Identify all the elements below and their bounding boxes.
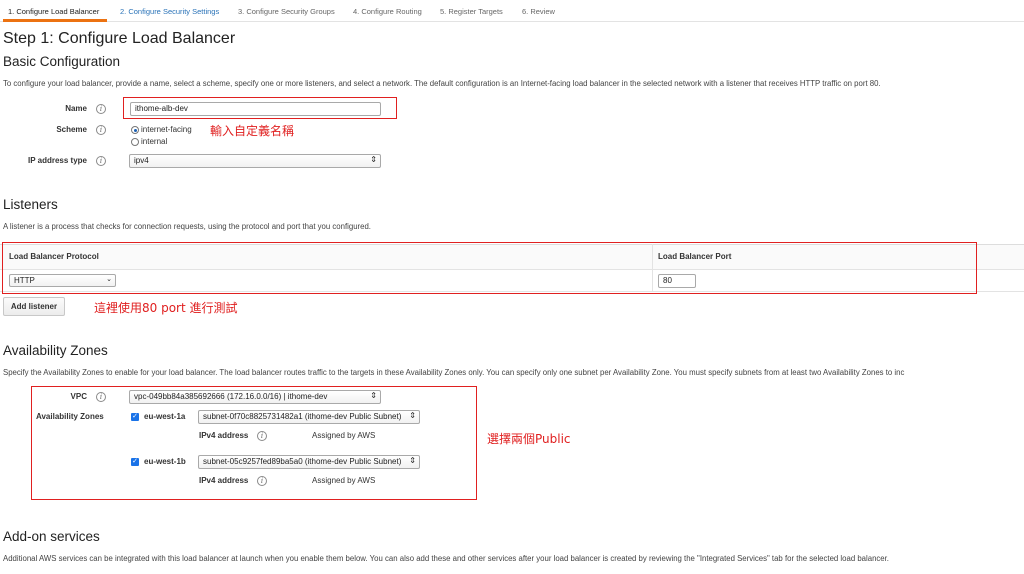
basic-configuration-heading: Basic Configuration (3, 54, 121, 69)
basic-configuration-description: To configure your load balancer, provide… (3, 79, 881, 88)
listeners-description: A listener is a process that checks for … (3, 222, 371, 231)
availability-zones-description: Specify the Availability Zones to enable… (3, 368, 905, 377)
active-step-indicator (3, 19, 107, 22)
dropdown-arrow-icon: ⇕ (409, 411, 416, 420)
scheme-label: Scheme (56, 125, 87, 134)
subnet-select[interactable]: subnet-05c9257fed89ba5a0 (ithome-dev Pub… (198, 455, 420, 469)
info-icon[interactable]: i (96, 125, 106, 135)
vpc-label: VPC (70, 392, 87, 401)
info-icon[interactable]: i (96, 104, 106, 114)
annotation-listeners: 這裡使用80 port 進行測試 (94, 301, 238, 315)
ip-address-type-label: IP address type (28, 156, 87, 165)
zone-name: eu-west-1b (144, 457, 186, 466)
scheme-internet-facing-label: internet-facing (141, 125, 192, 134)
availability-zones-heading: Availability Zones (3, 343, 108, 358)
ip-address-type-value: ipv4 (134, 156, 149, 165)
annotation-name: 輸入自定義名稱 (210, 124, 295, 138)
subnet-value: subnet-05c9257fed89ba5a0 (ithome-dev Pub… (203, 457, 402, 466)
info-icon[interactable]: i (257, 476, 267, 486)
annotation-box-name (123, 97, 397, 119)
ipv4-address-value: Assigned by AWS (312, 431, 376, 440)
scheme-internal-radio[interactable] (131, 138, 139, 146)
wizard-step-register-targets[interactable]: 5. Register Targets (440, 7, 503, 16)
scheme-internal-label: internal (141, 137, 168, 146)
zone-name: eu-west-1a (144, 412, 186, 421)
info-icon[interactable]: i (96, 392, 106, 402)
wizard-steps: 1. Configure Load Balancer 2. Configure … (0, 0, 1024, 22)
wizard-step-review[interactable]: 6. Review (522, 7, 555, 16)
listeners-heading: Listeners (3, 197, 58, 212)
availability-zones-label: Availability Zones (36, 412, 104, 421)
dropdown-arrow-icon: ⇕ (370, 155, 377, 164)
dropdown-arrow-icon: ⇕ (370, 391, 377, 400)
checkbox-checked-icon[interactable]: ✓ (131, 413, 139, 421)
subnet-value: subnet-0f70c8825731482a1 (ithome-dev Pub… (203, 412, 402, 421)
ipv4-address-label: IPv4 address (199, 476, 249, 485)
wizard-step-configure-load-balancer[interactable]: 1. Configure Load Balancer (8, 7, 99, 16)
subnet-select[interactable]: subnet-0f70c8825731482a1 (ithome-dev Pub… (198, 410, 420, 424)
info-icon[interactable]: i (257, 431, 267, 441)
vpc-value: vpc-049bb84a385692666 (172.16.0.0/16) | … (134, 392, 328, 401)
add-on-services-heading: Add-on services (3, 529, 100, 544)
wizard-step-configure-routing[interactable]: 4. Configure Routing (353, 7, 422, 16)
ipv4-address-value: Assigned by AWS (312, 476, 376, 485)
name-label: Name (65, 104, 87, 113)
ip-address-type-select[interactable]: ipv4 ⇕ (129, 154, 381, 168)
checkbox-checked-icon[interactable]: ✓ (131, 458, 139, 466)
vpc-select[interactable]: vpc-049bb84a385692666 (172.16.0.0/16) | … (129, 390, 381, 404)
annotation-box-listeners (2, 242, 977, 294)
scheme-internet-facing-radio[interactable] (131, 126, 139, 134)
info-icon[interactable]: i (96, 156, 106, 166)
add-on-services-description: Additional AWS services can be integrate… (3, 554, 889, 563)
annotation-availability-zones: 選擇兩個Public (487, 432, 571, 446)
add-listener-button[interactable]: Add listener (3, 297, 65, 316)
wizard-step-configure-security-settings[interactable]: 2. Configure Security Settings (120, 7, 219, 16)
dropdown-arrow-icon: ⇕ (409, 456, 416, 465)
ipv4-address-label: IPv4 address (199, 431, 249, 440)
page-title: Step 1: Configure Load Balancer (3, 30, 236, 47)
wizard-step-configure-security-groups[interactable]: 3. Configure Security Groups (238, 7, 335, 16)
